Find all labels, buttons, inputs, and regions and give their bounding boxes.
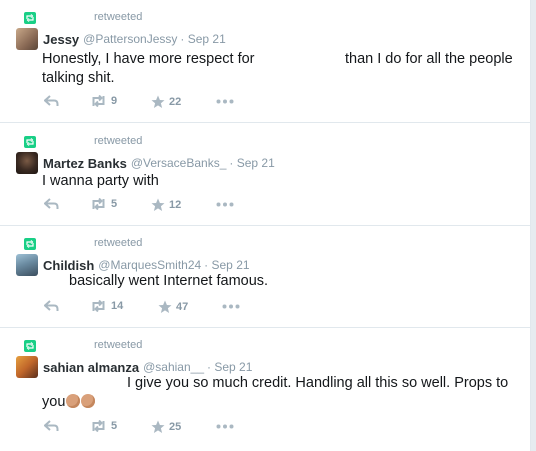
more-button[interactable] (216, 202, 234, 207)
timestamp[interactable]: · Sep 21 (180, 32, 225, 46)
reply-button[interactable] (44, 420, 59, 432)
tweet-text: basically went Internet famous. (69, 272, 268, 291)
avatar[interactable] (16, 356, 38, 378)
retweeted-label: retweeted (94, 135, 143, 147)
like-button[interactable]: 22 (151, 95, 181, 109)
retweet-button[interactable]: 5 (90, 420, 117, 432)
avatar[interactable] (16, 152, 38, 174)
tweet[interactable]: retweeted sahian almanza @sahian__ · Sep… (0, 328, 530, 451)
tweet-text-line: you (42, 393, 522, 412)
avatar[interactable] (16, 28, 38, 50)
timestamp[interactable]: · Sep 21 (229, 156, 274, 170)
retweeted-label: retweeted (94, 237, 143, 249)
retweet-context: retweeted (24, 135, 142, 149)
more-button[interactable] (222, 304, 240, 309)
retweet-count: 9 (111, 95, 118, 107)
reply-icon (44, 300, 59, 311)
timestamp[interactable]: · Sep 21 (207, 360, 252, 374)
more-button[interactable] (216, 424, 234, 429)
reply-button[interactable] (44, 300, 59, 312)
more-icon (222, 304, 240, 309)
retweet-context: retweeted (24, 11, 142, 25)
retweet-badge-icon (24, 238, 36, 250)
retweet-icon (92, 300, 105, 312)
like-count: 12 (169, 199, 182, 211)
like-star-icon (151, 198, 165, 211)
retweet-icon (92, 198, 105, 210)
more-icon (216, 202, 234, 207)
reply-button[interactable] (44, 198, 59, 210)
timeline-feed: retweeted Jessy @PattersonJessy · Sep 21… (0, 0, 531, 451)
timestamp[interactable]: · Sep 21 (204, 258, 249, 272)
avatar[interactable] (16, 254, 38, 276)
tweet[interactable]: retweeted Jessy @PattersonJessy · Sep 21… (0, 0, 530, 123)
retweet-badge-icon (24, 12, 36, 24)
display-name[interactable]: Jessy (43, 32, 79, 47)
reply-icon (44, 420, 59, 431)
retweeted-label: retweeted (94, 11, 143, 23)
retweet-context: retweeted (24, 339, 142, 353)
retweet-count: 14 (111, 300, 124, 312)
tweet-text: Honestly, I have more respect for than I… (42, 50, 522, 88)
like-star-icon (151, 95, 165, 108)
clapping-hands-emoji (66, 394, 81, 408)
more-icon (216, 424, 234, 429)
handle[interactable]: @MarquesSmith24 (98, 258, 201, 272)
tweet-text-part: Honestly, I have more respect for (42, 51, 255, 67)
reply-icon (44, 95, 59, 106)
retweet-count: 5 (111, 420, 118, 432)
tweet-text-part: I give you so much credit. Handling all … (127, 375, 509, 391)
like-star-icon (158, 300, 172, 313)
retweet-icon (92, 420, 105, 432)
like-count: 47 (176, 301, 189, 313)
display-name[interactable]: sahian almanza (43, 360, 139, 375)
tweet-text-part: I wanna party with (42, 173, 159, 189)
retweeted-label: retweeted (94, 339, 143, 351)
like-count: 25 (169, 421, 182, 433)
like-button[interactable]: 12 (151, 198, 181, 212)
tweet-header: Jessy @PattersonJessy · Sep 21 (16, 27, 226, 51)
more-button[interactable] (216, 99, 234, 104)
like-button[interactable]: 47 (158, 300, 188, 314)
retweet-button[interactable]: 14 (90, 300, 123, 312)
tweet[interactable]: retweeted Martez Banks @VersaceBanks_ · … (0, 124, 530, 226)
retweet-button[interactable]: 9 (90, 95, 117, 107)
retweet-button[interactable]: 5 (90, 198, 117, 210)
like-count: 22 (169, 96, 182, 108)
retweet-icon (92, 95, 105, 107)
reply-button[interactable] (44, 95, 59, 107)
clapping-hands-emoji (81, 394, 96, 408)
retweet-count: 5 (111, 198, 118, 210)
tweet-text-part: basically went Internet famous. (69, 273, 269, 289)
like-button[interactable]: 25 (151, 420, 181, 434)
more-icon (216, 99, 234, 104)
retweet-badge-icon (24, 340, 36, 352)
handle[interactable]: @VersaceBanks_ (131, 156, 227, 170)
display-name[interactable]: Childish (43, 258, 94, 273)
handle[interactable]: @PattersonJessy (83, 32, 177, 46)
tweet-text-part: talking shit. (42, 70, 115, 86)
tweet-text: I wanna party with (42, 172, 159, 191)
tweet-text-part: you (42, 394, 66, 410)
tweet-text-part: than I do for all the people (345, 51, 513, 67)
display-name[interactable]: Martez Banks (43, 156, 127, 171)
handle[interactable]: @sahian__ (143, 360, 204, 374)
like-star-icon (151, 420, 165, 433)
tweet-text: I give you so much credit. Handling all … (42, 374, 522, 412)
tweet[interactable]: retweeted Childish @MarquesSmith24 · Sep… (0, 226, 530, 328)
retweet-badge-icon (24, 136, 36, 148)
retweet-context: retweeted (24, 237, 142, 251)
reply-icon (44, 198, 59, 209)
